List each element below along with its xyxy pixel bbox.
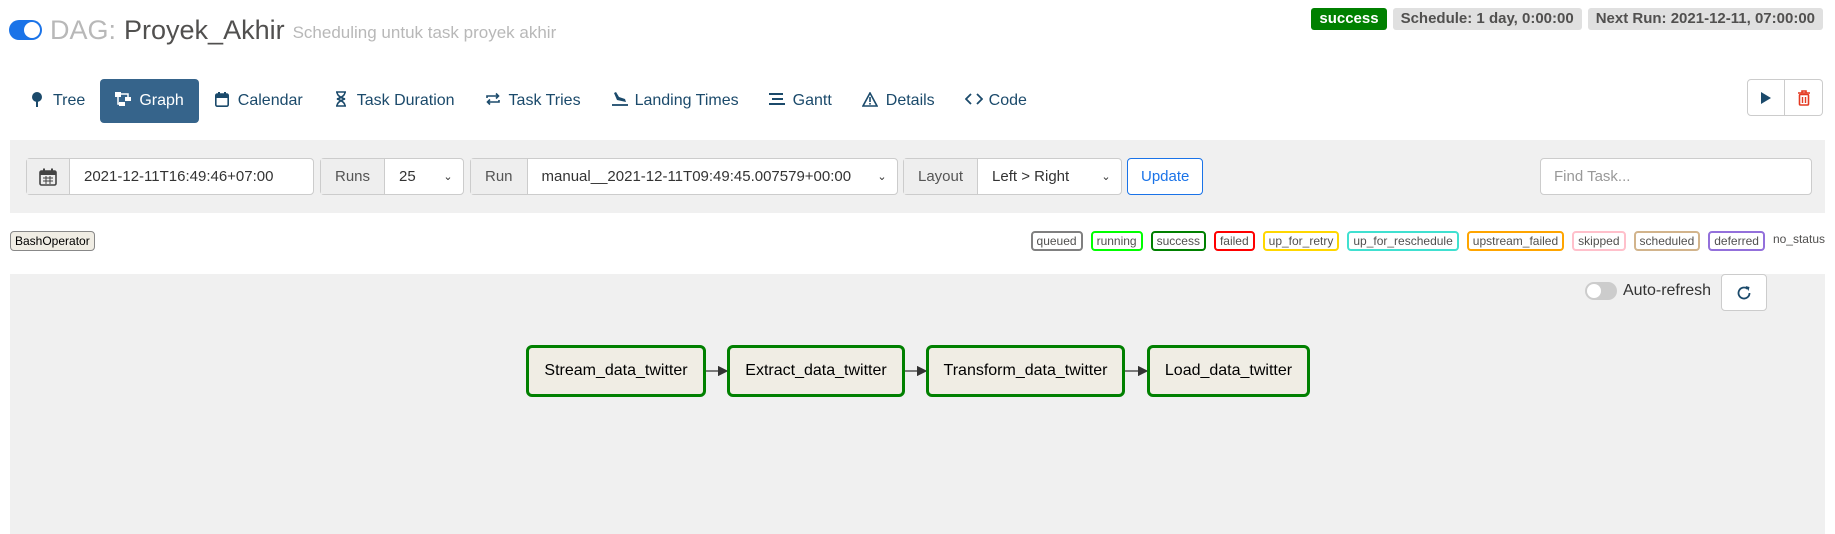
nav-landing-times-label: Landing Times bbox=[634, 92, 739, 109]
runs-select[interactable]: Runs 25 ⌄ bbox=[320, 158, 464, 195]
repeat-icon bbox=[485, 92, 501, 110]
find-task-input[interactable] bbox=[1540, 158, 1812, 195]
task-node-extract-data-twitter[interactable]: Extract_data_twitter bbox=[727, 345, 905, 397]
chevron-down-icon: ⌄ bbox=[1101, 171, 1111, 183]
header-status: success Schedule: 1 day, 0:00:00 Next Ru… bbox=[1311, 8, 1823, 30]
calendar-icon bbox=[214, 91, 230, 111]
trigger-dag-button[interactable] bbox=[1747, 79, 1785, 116]
nav-task-tries-label: Task Tries bbox=[508, 92, 581, 109]
nav-graph[interactable]: Graph bbox=[100, 79, 199, 123]
legend-up-for-reschedule[interactable]: up_for_reschedule bbox=[1347, 231, 1459, 251]
nav-details[interactable]: Details bbox=[847, 79, 950, 123]
dag-actions bbox=[1747, 79, 1823, 116]
base-date-input[interactable]: 2021-12-11T16:49:46+07:00 bbox=[70, 168, 313, 185]
nav-tree-label: Tree bbox=[53, 92, 86, 109]
nav-code[interactable]: Code bbox=[950, 79, 1042, 123]
legend-deferred[interactable]: deferred bbox=[1708, 231, 1765, 251]
dag-prefix: DAG: bbox=[50, 14, 117, 45]
layout-label: Layout bbox=[904, 159, 979, 194]
nav-task-tries[interactable]: Task Tries bbox=[470, 79, 596, 123]
legend-running[interactable]: running bbox=[1090, 231, 1143, 251]
layout-select[interactable]: Layout Left > Right ⌄ bbox=[903, 158, 1122, 195]
dag-header: DAG: Proyek_Akhir Scheduling untuk task … bbox=[9, 12, 556, 48]
calendar-addon bbox=[27, 159, 70, 194]
dag-description: Scheduling untuk task proyek akhir bbox=[292, 23, 557, 42]
graph-controls: 2021-12-11T16:49:46+07:00 Runs 25 ⌄ Run … bbox=[10, 140, 1825, 213]
legend-scheduled[interactable]: scheduled bbox=[1633, 231, 1701, 251]
gantt-icon bbox=[768, 92, 785, 110]
landing-icon bbox=[611, 92, 628, 110]
legend-failed[interactable]: failed bbox=[1213, 231, 1255, 251]
chevron-down-icon: ⌄ bbox=[443, 171, 453, 183]
state-legend: queued running success failed up_for_ret… bbox=[1030, 231, 1825, 251]
graph-edges bbox=[704, 365, 1149, 377]
run-value[interactable]: manual__2021-12-11T09:49:45.007579+00:00 bbox=[528, 168, 873, 185]
nav-landing-times[interactable]: Landing Times bbox=[596, 79, 754, 123]
nav-graph-label: Graph bbox=[139, 92, 184, 109]
chevron-down-icon: ⌄ bbox=[877, 171, 887, 183]
runs-value[interactable]: 25 bbox=[385, 168, 439, 185]
dag-id: Proyek_Akhir bbox=[124, 14, 285, 45]
legend-up-for-retry[interactable]: up_for_retry bbox=[1262, 231, 1340, 251]
legend-queued[interactable]: queued bbox=[1030, 231, 1083, 251]
task-node-transform-data-twitter[interactable]: Transform_data_twitter bbox=[926, 345, 1125, 397]
delete-dag-button[interactable] bbox=[1785, 79, 1823, 116]
play-icon bbox=[1761, 91, 1771, 104]
legend-success[interactable]: success bbox=[1150, 231, 1206, 251]
run-label: Run bbox=[471, 159, 528, 194]
schedule-badge: Schedule: 1 day, 0:00:00 bbox=[1392, 8, 1582, 30]
next-run-badge: Next Run: 2021-12-11, 07:00:00 bbox=[1587, 8, 1823, 30]
trash-icon bbox=[1797, 89, 1810, 106]
code-icon bbox=[964, 92, 983, 110]
nav-calendar[interactable]: Calendar bbox=[199, 79, 318, 123]
graph-icon bbox=[115, 92, 132, 110]
legend-skipped[interactable]: skipped bbox=[1572, 231, 1626, 251]
task-node-stream-data-twitter[interactable]: Stream_data_twitter bbox=[526, 345, 706, 397]
legend-no-status[interactable]: no_status bbox=[1772, 231, 1825, 251]
layout-value[interactable]: Left > Right bbox=[978, 168, 1097, 185]
base-date-picker[interactable]: 2021-12-11T16:49:46+07:00 bbox=[26, 158, 314, 195]
nav-task-duration-label: Task Duration bbox=[356, 92, 455, 109]
nav-calendar-label: Calendar bbox=[237, 92, 303, 109]
warning-triangle-icon bbox=[861, 90, 879, 111]
operator-legend-bashoperator[interactable]: BashOperator bbox=[10, 231, 95, 251]
dag-state-badge[interactable]: success bbox=[1311, 8, 1387, 30]
hourglass-icon bbox=[333, 91, 349, 111]
run-select[interactable]: Run manual__2021-12-11T09:49:45.007579+0… bbox=[470, 158, 898, 195]
tree-icon bbox=[29, 91, 45, 111]
update-button[interactable]: Update bbox=[1127, 158, 1204, 195]
legend-upstream-failed[interactable]: upstream_failed bbox=[1466, 231, 1565, 251]
runs-label: Runs bbox=[321, 159, 386, 194]
dag-pause-toggle[interactable] bbox=[9, 20, 42, 40]
nav-tree[interactable]: Tree bbox=[14, 79, 100, 123]
dag-view-nav: Tree Graph Calendar Task Duration Task T… bbox=[14, 79, 1042, 123]
nav-details-label: Details bbox=[885, 92, 935, 109]
nav-gantt[interactable]: Gantt bbox=[754, 79, 847, 123]
calendar-icon bbox=[39, 168, 57, 186]
dag-graph-panel: Auto-refresh Stream_data_twitter Extract… bbox=[10, 274, 1825, 534]
nav-code-label: Code bbox=[988, 92, 1027, 109]
nav-task-duration[interactable]: Task Duration bbox=[318, 79, 470, 123]
task-node-load-data-twitter[interactable]: Load_data_twitter bbox=[1147, 345, 1310, 397]
nav-gantt-label: Gantt bbox=[792, 92, 832, 109]
